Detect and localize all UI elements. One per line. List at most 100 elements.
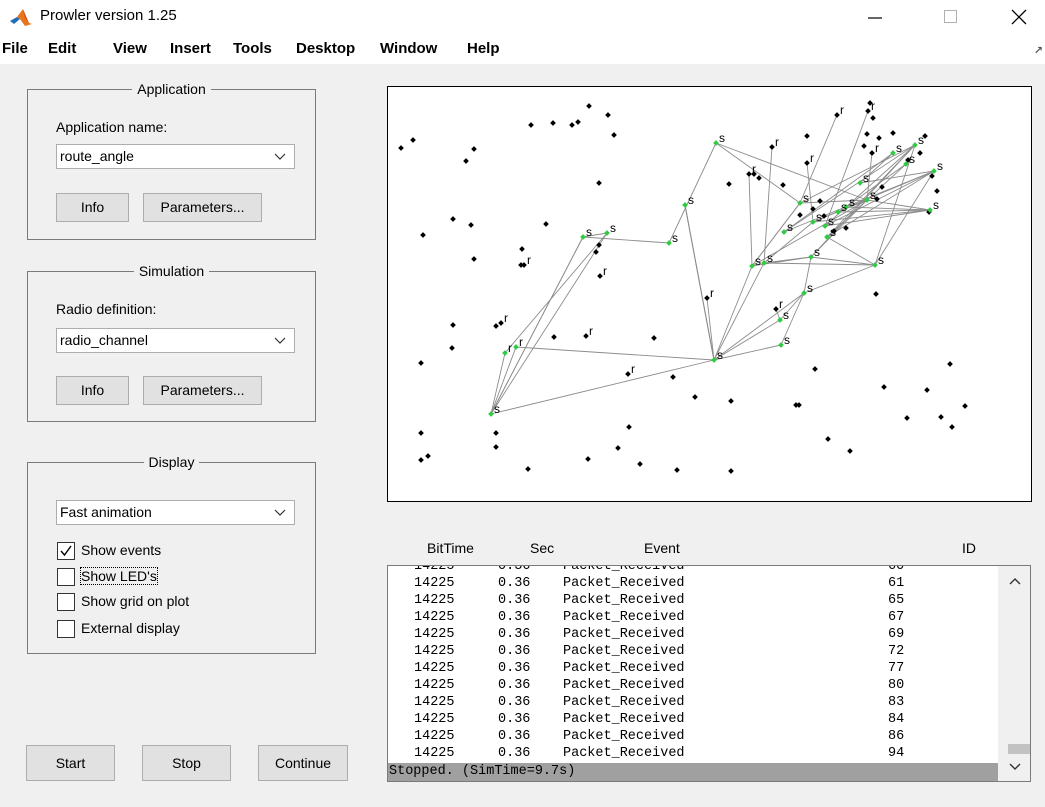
simulation-panel-title: Simulation	[133, 263, 210, 279]
simulation-parameters-button[interactable]: Parameters...	[143, 376, 262, 405]
application-parameters-button[interactable]: Parameters...	[143, 193, 262, 222]
toolbar-dock-arrow-icon[interactable]: ↗	[1034, 44, 1043, 57]
menu-file[interactable]: File	[2, 40, 28, 57]
network-node-active	[835, 209, 841, 215]
network-node-relay	[704, 295, 710, 301]
chevron-down-icon	[274, 153, 286, 160]
log-cell-id: 80	[888, 678, 905, 693]
network-node	[947, 361, 953, 367]
network-node-relay	[498, 320, 504, 326]
menu-window[interactable]: Window	[380, 40, 437, 57]
network-node-active	[872, 262, 878, 268]
application-name-select[interactable]: route_angle	[56, 144, 295, 169]
menu-desktop[interactable]: Desktop	[296, 40, 355, 57]
network-node	[585, 456, 591, 462]
network-node	[615, 445, 621, 451]
node-label: s	[767, 251, 773, 265]
close-button[interactable]	[996, 0, 1042, 34]
checkbox-box[interactable]	[57, 620, 75, 638]
log-row: 14225 0.36 Packet_Received 69	[388, 626, 998, 643]
log-cell-id: 67	[888, 610, 905, 625]
log-cell-event: Packet_Received	[563, 746, 685, 761]
menu-tools[interactable]: Tools	[233, 40, 272, 57]
log-cell-sec: 0.36	[498, 729, 531, 744]
network-node	[934, 188, 940, 194]
menu-view[interactable]: View	[113, 40, 147, 57]
menu-insert[interactable]: Insert	[170, 40, 211, 57]
node-label: r	[710, 286, 714, 300]
node-label: s	[841, 200, 847, 214]
log-cell-bittime: 14225	[414, 566, 455, 574]
stop-button[interactable]: Stop	[142, 745, 231, 781]
network-node	[626, 424, 632, 430]
network-node	[449, 345, 455, 351]
network-link	[715, 142, 801, 204]
log-cell-id: 60	[888, 566, 905, 574]
display-mode-value: Fast animation	[60, 504, 152, 520]
scroll-down-button[interactable]	[998, 752, 1030, 781]
log-row: 14225 0.36 Packet_Received 67	[388, 609, 998, 626]
node-label: s	[494, 402, 500, 416]
start-button[interactable]: Start	[26, 745, 115, 781]
network-node	[670, 374, 676, 380]
log-cell-event: Packet_Received	[563, 610, 685, 625]
log-cell-event: Packet_Received	[563, 661, 685, 676]
node-label: s	[863, 171, 869, 185]
network-node	[825, 436, 831, 442]
application-info-button[interactable]: Info	[56, 193, 129, 222]
minimize-button[interactable]	[852, 0, 898, 34]
network-node	[917, 150, 923, 156]
display-mode-select[interactable]: Fast animation	[56, 500, 295, 525]
node-label: s	[918, 133, 924, 147]
show-events-label: Show events	[81, 542, 162, 558]
radio-definition-select[interactable]: radio_channel	[56, 328, 295, 353]
log-cell-sec: 0.36	[498, 695, 531, 710]
node-label: r	[840, 103, 844, 117]
network-plot[interactable]: ssrrssssssssssssssssssssssssssrrrrrrrrrr…	[387, 86, 1032, 502]
network-node	[847, 448, 853, 454]
network-node	[468, 222, 474, 228]
network-node	[493, 430, 499, 436]
node-label: s	[909, 152, 915, 166]
network-node-relay	[773, 306, 779, 312]
network-link	[684, 204, 715, 361]
scroll-up-button[interactable]	[998, 566, 1030, 596]
network-node-relay	[769, 144, 775, 150]
log-row: 14225 0.36 Packet_Received 61	[388, 575, 998, 592]
log-cell-bittime: 14225	[414, 610, 455, 625]
network-link	[582, 236, 670, 244]
checkbox-box[interactable]	[57, 542, 75, 560]
network-node	[796, 402, 802, 408]
network-node	[804, 133, 810, 139]
network-node	[410, 137, 416, 143]
network-link	[783, 144, 916, 233]
continue-button[interactable]: Continue	[258, 745, 348, 781]
network-node	[463, 158, 469, 164]
menu-edit[interactable]: Edit	[48, 40, 76, 57]
network-node	[418, 430, 424, 436]
maximize-button[interactable]	[928, 0, 974, 34]
checkbox-box[interactable]	[57, 593, 75, 611]
menu-help[interactable]: Help	[467, 40, 500, 57]
network-node	[551, 334, 557, 340]
log-cell-id: 94	[888, 746, 905, 761]
simulation-info-button[interactable]: Info	[56, 376, 129, 405]
matlab-logo-icon	[10, 9, 32, 26]
log-row: 14225 0.36 Packet_Received 94	[388, 745, 998, 762]
event-log[interactable]: 14225 0.36 Packet_Received 60 14225 0.36 Packe…	[387, 565, 1031, 782]
log-cell-id: 65	[888, 593, 905, 608]
simulation-panel: Simulation Radio definition: radio_chann…	[27, 263, 316, 422]
checkmark-icon	[60, 545, 72, 557]
application-panel-title: Application	[132, 81, 211, 97]
log-cell-id: 84	[888, 712, 905, 727]
network-node	[962, 403, 968, 409]
network-node	[586, 103, 592, 109]
event-log-scrollbar[interactable]	[998, 566, 1030, 781]
checkbox-box[interactable]	[57, 568, 75, 586]
node-label: s	[849, 195, 855, 209]
node-label: r	[871, 99, 875, 113]
log-cell-sec: 0.36	[498, 644, 531, 659]
node-label: s	[803, 191, 809, 205]
log-row: 14225 0.36 Packet_Received 86	[388, 728, 998, 745]
log-cell-sec: 0.36	[498, 610, 531, 625]
